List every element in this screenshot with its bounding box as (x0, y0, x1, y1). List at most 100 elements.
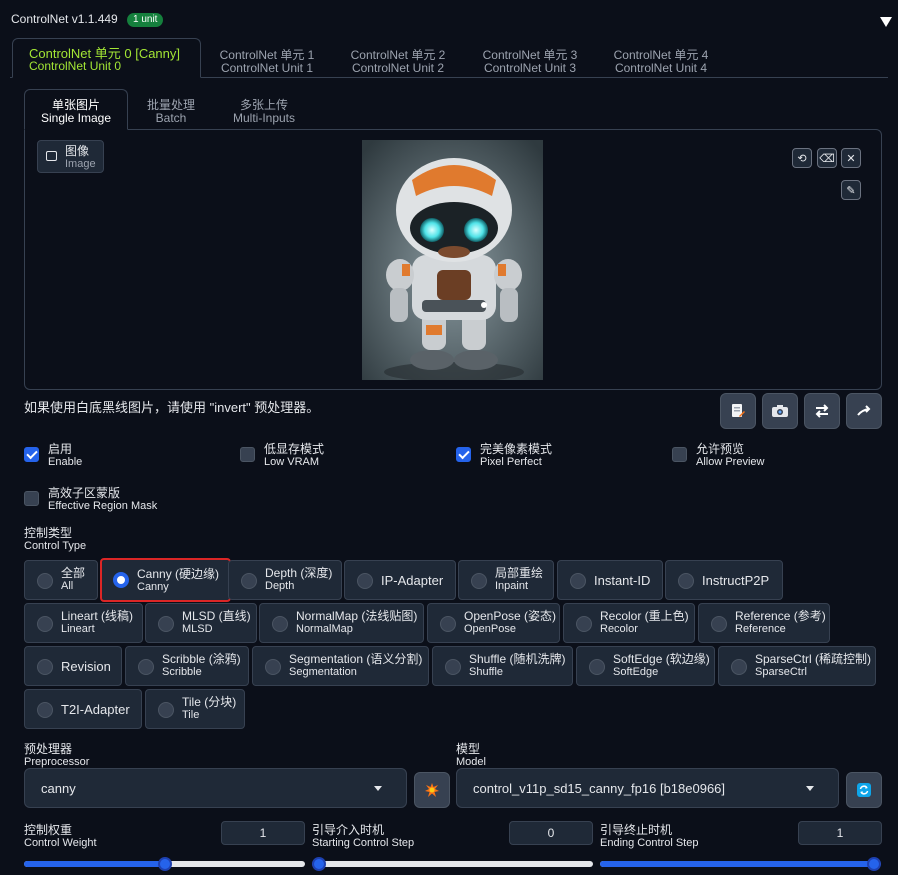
header-title: ControlNet v1.1.449 (11, 12, 118, 26)
control-type-t2i-adapter[interactable]: T2I-Adapter (24, 689, 142, 729)
control-type-openpose[interactable]: OpenPose (姿态) OpenPose (427, 603, 560, 643)
control-type-reference[interactable]: Reference (参考) Reference (698, 603, 830, 643)
reference-en: Reference (735, 623, 786, 635)
unit-tab-3-en: ControlNet Unit 3 (483, 61, 577, 75)
canny-cn: Canny (硬边缘) (137, 567, 220, 581)
effective-region-mask-label-en: Effective Region Mask (48, 500, 158, 512)
model-value: control_v11p_sd15_canny_fp16 [b18e0966] (473, 780, 726, 796)
control-weight-input[interactable]: 1 (221, 821, 305, 845)
control-weight-thumb[interactable] (157, 857, 172, 871)
mlsd-en: MLSD (182, 623, 213, 635)
radio-inpaint[interactable] (471, 573, 487, 589)
control-type-revision[interactable]: Revision (24, 646, 122, 686)
refresh-icon[interactable] (846, 772, 882, 808)
unit-tab-0[interactable]: ControlNet 单元 0 [Canny] ControlNet Unit … (12, 38, 201, 78)
unit-tab-4[interactable]: ControlNet 单元 4 ControlNet Unit 4 (599, 49, 723, 75)
control-type-mlsd[interactable]: MLSD (直线) MLSD (145, 603, 257, 643)
radio-t2i-adapter[interactable] (37, 702, 53, 718)
edit-document-icon[interactable] (720, 393, 756, 429)
t2i-adapter-label: T2I-Adapter (61, 702, 130, 717)
image-label-en: Image (65, 158, 96, 170)
close-icon[interactable]: ✕ (841, 148, 861, 168)
input-tab-single[interactable]: 单张图片 Single Image (24, 89, 128, 130)
radio-scribble[interactable] (138, 659, 154, 675)
control-type-softedge[interactable]: SoftEdge (软边缘) SoftEdge (576, 646, 715, 686)
unit-tab-2[interactable]: ControlNet 单元 2 ControlNet Unit 2 (336, 49, 460, 75)
control-type-instructp2p[interactable]: InstructP2P (665, 560, 783, 600)
control-weight-label-en: Control Weight (24, 837, 97, 849)
eraser-icon[interactable]: ⌫ (817, 148, 837, 168)
uploaded-image[interactable] (362, 140, 543, 380)
control-type-instant-id[interactable]: Instant-ID (557, 560, 663, 600)
radio-lineart[interactable] (37, 616, 53, 632)
reference-cn: Reference (参考) (735, 609, 826, 623)
control-type-recolor[interactable]: Recolor (重上色) Recolor (563, 603, 695, 643)
control-type-canny[interactable]: Canny (硬边缘) Canny (100, 558, 231, 602)
rotate-icon[interactable]: ⟲ (792, 148, 812, 168)
model-select[interactable]: control_v11p_sd15_canny_fp16 [b18e0966] (456, 768, 839, 808)
instant-id-label: Instant-ID (594, 573, 651, 588)
radio-depth[interactable] (241, 573, 257, 589)
control-type-tile[interactable]: Tile (分块) Tile (145, 689, 245, 729)
control-type-lineart[interactable]: Lineart (线稿) Lineart (24, 603, 143, 643)
radio-mlsd[interactable] (158, 616, 174, 632)
unit-tab-3[interactable]: ControlNet 单元 3 ControlNet Unit 3 (468, 49, 592, 75)
control-type-all[interactable]: 全部 All (24, 560, 98, 600)
start-step-slider[interactable] (312, 857, 593, 871)
radio-ip-adapter[interactable] (357, 573, 373, 589)
radio-softedge[interactable] (589, 659, 605, 675)
radio-normalmap[interactable] (272, 616, 288, 632)
radio-canny[interactable] (113, 572, 129, 588)
swap-icon[interactable] (804, 393, 840, 429)
control-type-depth[interactable]: Depth (深度) Depth (228, 560, 342, 600)
openpose-cn: OpenPose (姿态) (464, 609, 557, 623)
brush-icon[interactable]: ✎ (841, 180, 861, 200)
input-tab-multi[interactable]: 多张上传 Multi-Inputs (226, 99, 302, 125)
invert-hint: 如果使用白底黑线图片，请使用 "invert" 预处理器。 (24, 400, 320, 415)
control-type-shuffle[interactable]: Shuffle (随机洗牌) Shuffle (432, 646, 573, 686)
send-arrow-icon[interactable] (846, 393, 882, 429)
radio-all[interactable] (37, 573, 53, 589)
end-step-thumb[interactable] (867, 857, 881, 871)
control-weight-slider[interactable] (24, 857, 305, 871)
camera-icon[interactable] (762, 393, 798, 429)
explosion-icon[interactable] (414, 772, 450, 808)
end-step-slider[interactable] (600, 857, 881, 871)
radio-recolor[interactable] (576, 616, 592, 632)
start-step-input[interactable]: 0 (509, 821, 593, 845)
control-type-normalmap[interactable]: NormalMap (法线贴图) NormalMap (259, 603, 424, 643)
enable-checkbox[interactable] (24, 447, 39, 462)
allow-preview-label-en: Allow Preview (696, 456, 765, 468)
effective-region-mask-checkbox[interactable] (24, 491, 39, 506)
preprocessor-select[interactable]: canny (24, 768, 407, 808)
end-step-input[interactable]: 1 (798, 821, 882, 845)
depth-cn: Depth (深度) (265, 566, 333, 580)
radio-segmentation[interactable] (265, 659, 281, 675)
radio-tile[interactable] (158, 702, 174, 718)
unit-count-badge: 1 unit (127, 13, 164, 27)
input-tab-batch[interactable]: 批量处理 Batch (135, 99, 207, 125)
start-step-label: 引导介入时机 Starting Control Step (312, 824, 414, 850)
radio-revision[interactable] (37, 659, 53, 675)
radio-instant-id[interactable] (570, 573, 586, 589)
image-upload-area[interactable]: 图像 Image ⟲ ⌫ ✕ ✎ (24, 129, 882, 390)
control-type-scribble[interactable]: Scribble (涂鸦) Scribble (125, 646, 249, 686)
radio-shuffle[interactable] (445, 659, 461, 675)
control-type-inpaint[interactable]: 局部重绘 Inpaint (458, 560, 554, 600)
start-step-thumb[interactable] (312, 857, 326, 871)
softedge-en: SoftEdge (613, 666, 659, 678)
control-type-segmentation[interactable]: Segmentation (语义分割) Segmentation (252, 646, 429, 686)
triangle-down-icon[interactable] (880, 17, 892, 27)
radio-openpose[interactable] (440, 616, 456, 632)
scribble-en: Scribble (162, 666, 202, 678)
radio-instructp2p[interactable] (678, 573, 694, 589)
radio-reference[interactable] (711, 616, 727, 632)
control-type-sparsectrl[interactable]: SparseCtrl (稀疏控制) SparseCtrl (718, 646, 876, 686)
low-vram-checkbox[interactable] (240, 447, 255, 462)
radio-sparsectrl[interactable] (731, 659, 747, 675)
allow-preview-checkbox[interactable] (672, 447, 687, 462)
preprocessor-label: 预处理器 Preprocessor (24, 743, 89, 769)
control-type-ip-adapter[interactable]: IP-Adapter (344, 560, 456, 600)
pixel-perfect-checkbox[interactable] (456, 447, 471, 462)
unit-tab-1[interactable]: ControlNet 单元 1 ControlNet Unit 1 (205, 49, 329, 75)
